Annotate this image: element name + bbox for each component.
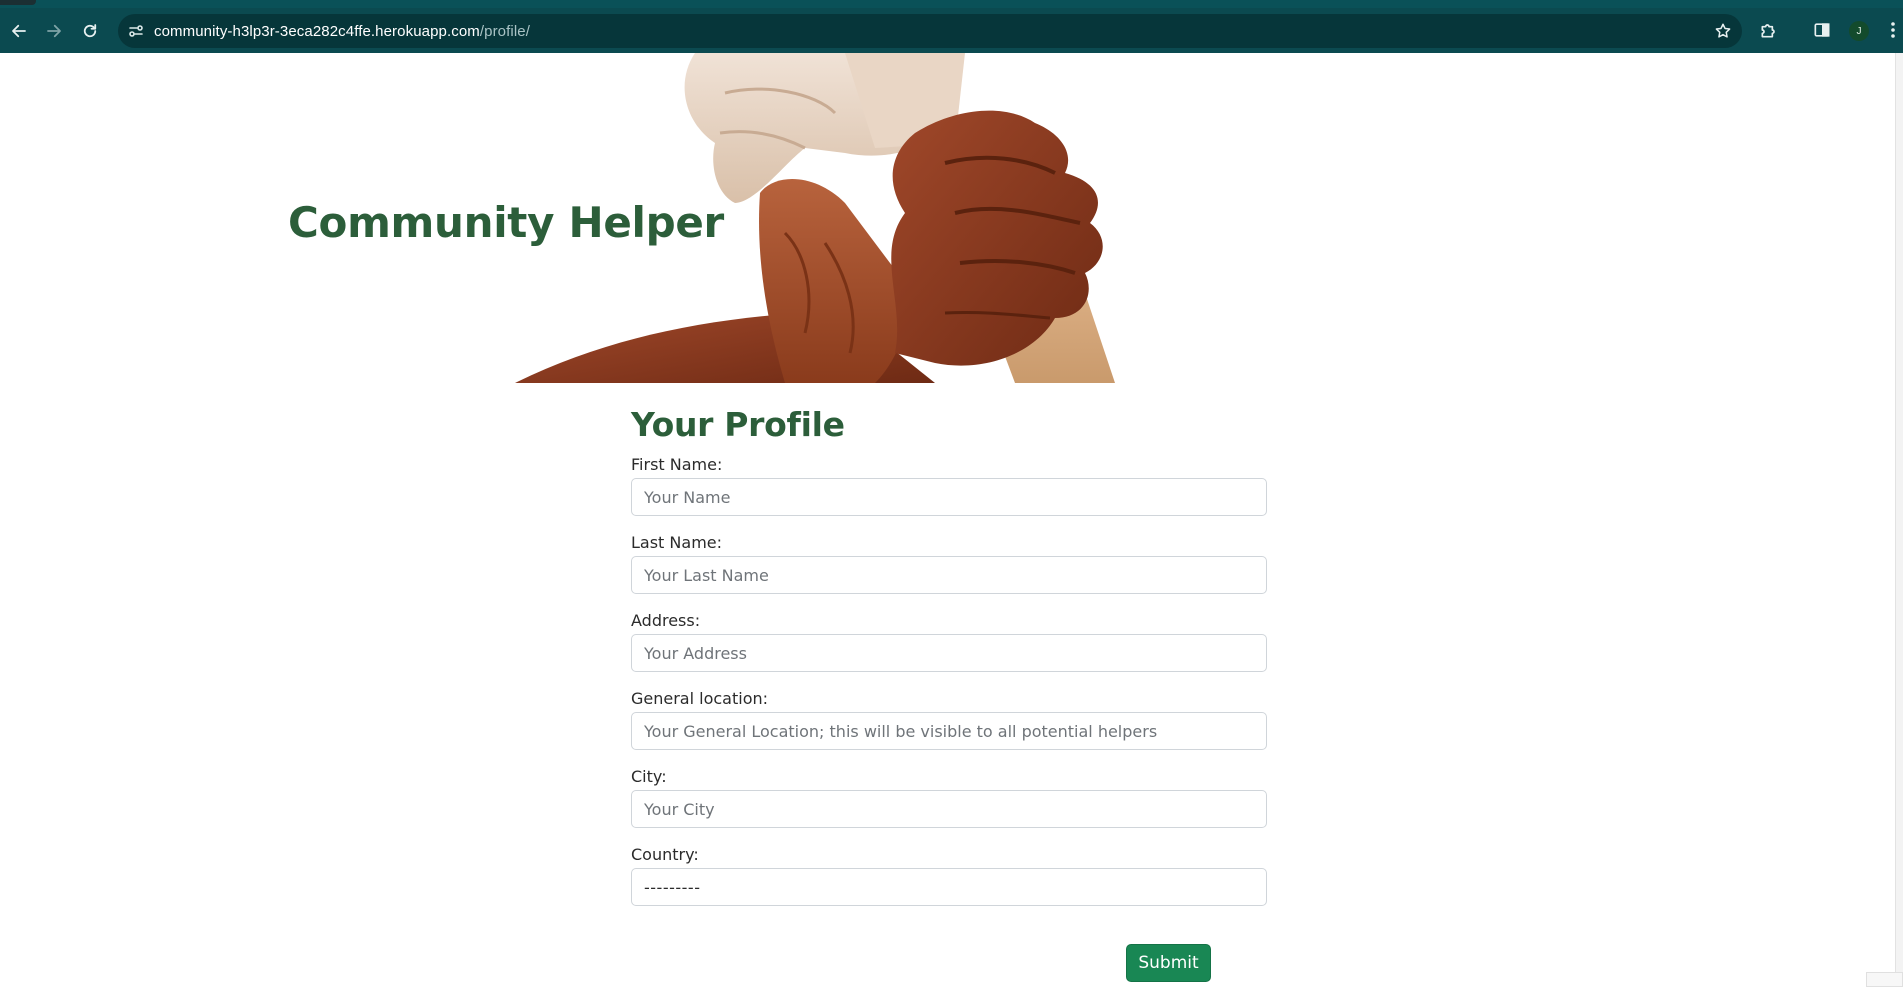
- last-name-label: Last Name:: [631, 533, 723, 552]
- back-icon[interactable]: [7, 19, 31, 43]
- corner-badge: [1866, 972, 1903, 987]
- menu-icon[interactable]: [1889, 20, 1897, 40]
- country-label: Country:: [631, 845, 699, 864]
- browser-toolbar: community-h3lp3r-3eca282c4ffe.herokuapp.…: [0, 8, 1903, 53]
- site-title: Community Helper: [288, 198, 724, 247]
- last-name-input[interactable]: [631, 556, 1267, 594]
- url-host: community-h3lp3r-3eca282c4ffe.herokuapp.…: [154, 23, 480, 40]
- city-label: City:: [631, 767, 667, 786]
- profile-form: Your Profile: [631, 402, 1267, 448]
- address-bar[interactable]: community-h3lp3r-3eca282c4ffe.herokuapp.…: [118, 14, 1742, 48]
- side-panel-icon[interactable]: [1812, 20, 1832, 40]
- submit-button[interactable]: Submit: [1126, 944, 1211, 982]
- url-path: /profile/: [479, 23, 530, 40]
- url-text[interactable]: community-h3lp3r-3eca282c4ffe.herokuapp.…: [154, 23, 530, 40]
- hero-banner: Community Helper: [0, 53, 1903, 383]
- scrollbar[interactable]: [1895, 53, 1903, 987]
- first-name-input[interactable]: [631, 478, 1267, 516]
- address-label: Address:: [631, 611, 701, 630]
- address-input[interactable]: [631, 634, 1267, 672]
- forward-icon[interactable]: [42, 19, 66, 43]
- country-select[interactable]: ---------: [631, 868, 1267, 906]
- general-location-input[interactable]: [631, 712, 1267, 750]
- first-name-label: First Name:: [631, 455, 723, 474]
- extensions-icon[interactable]: [1759, 20, 1779, 40]
- general-location-label: General location:: [631, 689, 769, 708]
- city-input[interactable]: [631, 790, 1267, 828]
- active-tab-indicator[interactable]: [0, 0, 36, 5]
- star-icon[interactable]: [1714, 22, 1732, 40]
- reload-icon[interactable]: [78, 19, 102, 43]
- page-title: Your Profile: [631, 405, 845, 444]
- site-info-icon[interactable]: [128, 23, 144, 39]
- profile-avatar[interactable]: J: [1849, 21, 1869, 41]
- browser-tab-strip: [0, 0, 1903, 8]
- country-selected-value: ---------: [644, 877, 701, 897]
